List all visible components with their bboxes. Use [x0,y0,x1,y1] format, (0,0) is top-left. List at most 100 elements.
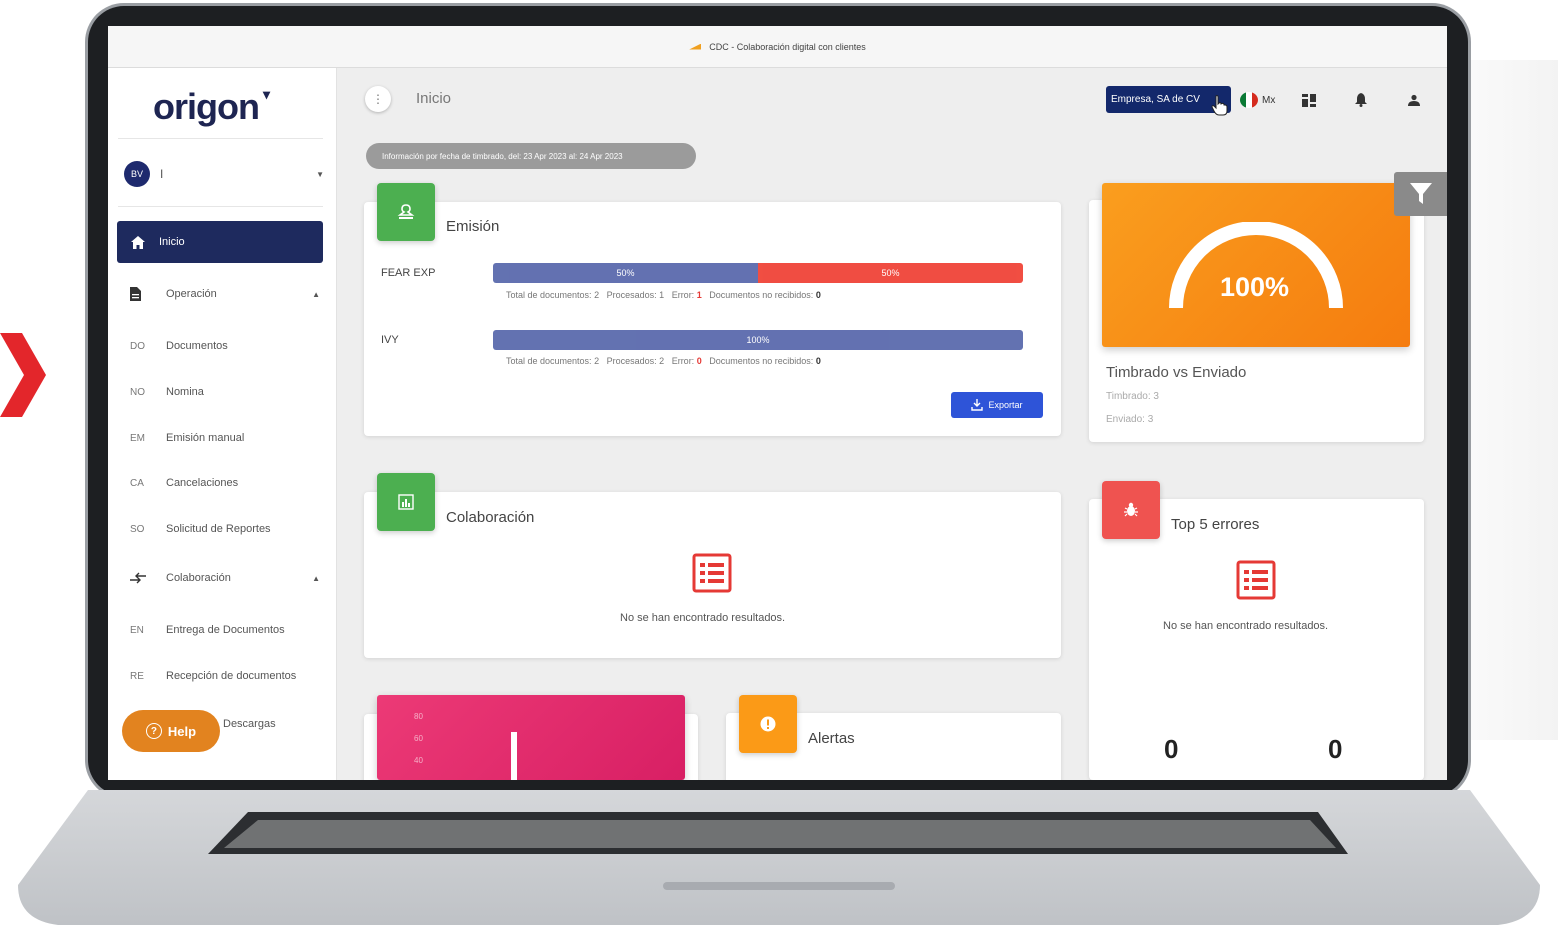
user-account-icon[interactable] [1406,92,1422,108]
emision-title: Emisión [446,218,500,235]
logo-text: origon [153,86,260,127]
logo-mark-icon: ▾ [262,86,270,102]
timbrado-count: Timbrado: 3 [1106,391,1159,402]
sidebar-item-colaboracion[interactable]: Colaboración ▲ [130,566,320,590]
empty-state-text: No se han encontrado resultados. [620,612,786,624]
locale-selector[interactable]: Mx [1240,92,1275,108]
progress-segment-error: 50% [758,263,1023,283]
question-icon: ? [145,723,162,739]
user-name: I [160,167,164,181]
export-label: Exportar [988,400,1023,410]
sidebar-item-documentos[interactable]: DO Documentos [130,334,320,358]
top-bar: ⋮ Inicio Empresa, SA de CV Mx [337,68,1447,128]
home-icon [131,235,145,249]
stamp-icon [397,204,415,219]
locale-label: Mx [1262,94,1276,106]
colaboracion-badge [377,473,435,531]
sidebar-item-inicio[interactable]: Inicio [117,221,323,263]
window-titlebar: CDC - Colaboración digital con clientes [108,26,1447,68]
caret-down-icon: ▼ [316,169,324,179]
filter-icon [1409,183,1432,204]
empty-list-icon [692,553,732,593]
help-button[interactable]: ? Help [122,710,220,752]
chart-icon [398,494,414,510]
sidebar-item-label: Emisión manual [166,432,245,444]
bug-icon [1124,502,1138,517]
kebab-menu-icon[interactable]: ⋮ [365,86,391,112]
sidebar-item-nomina[interactable]: NO Nomina [130,380,320,404]
error-count-right: 0 [1328,734,1343,764]
date-range-info: Información por fecha de timbrado, del: … [366,143,696,169]
laptop-base [18,790,1540,925]
mini-chart-panel [377,695,685,780]
chevron-right-icon [0,333,46,417]
alert-icon [760,716,776,732]
transfer-icon [130,572,146,584]
emision-row-stats: Total de documentos: 2 Procesados: 1 Err… [506,290,821,300]
emision-row-label: FEAR EXP [381,267,436,279]
alertas-badge [739,695,797,753]
error-count-left: 0 [1164,734,1179,764]
nav-abbr: RE [130,670,144,682]
top-errores-badge [1102,481,1160,539]
sidebar-item-emision-manual[interactable]: EM Emisión manual [130,426,320,450]
export-button[interactable]: Exportar [951,392,1043,418]
window-title: CDC - Colaboración digital con clientes [709,41,866,52]
caret-up-icon: ▲ [312,573,320,583]
page-title: Inicio [416,90,452,107]
sidebar-item-label: Cancelaciones [166,477,239,489]
sidebar-item-label: Documentos [166,340,228,352]
notifications-bell-icon[interactable] [1353,92,1369,108]
timbrado-title: Timbrado vs Enviado [1106,364,1247,381]
nav-abbr: DO [130,340,145,352]
document-icon [130,287,141,301]
sidebar-item-label: Operación [166,288,217,300]
top-errores-title: Top 5 errores [1171,516,1260,533]
mini-chart-tick: 60 [414,734,423,743]
sidebar-item-label: Nomina [166,386,204,398]
alertas-title: Alertas [808,730,855,747]
apps-grid-icon[interactable] [1301,92,1317,108]
emision-row-label: IVY [381,334,399,346]
sidebar-item-cancelaciones[interactable]: CA Cancelaciones [130,471,320,495]
caret-up-icon: ▲ [312,289,320,299]
nav-abbr: SO [130,523,145,535]
divider [118,138,323,139]
filter-button[interactable] [1394,172,1447,216]
mini-chart-tick: 40 [414,756,423,765]
download-icon [971,399,984,411]
progress-segment-processed: 50% [493,263,758,283]
empty-state-text: No se han encontrado resultados. [1163,620,1329,632]
user-menu[interactable]: BV I ▼ [124,160,324,188]
nav-abbr: EN [130,624,144,636]
sidebar-item-descargas[interactable]: Descargas [223,718,276,730]
empty-list-icon [1236,560,1276,600]
brand-logo[interactable]: origon ▾ [153,86,270,128]
top-errores-card [1089,499,1424,780]
mini-chart-tick: 80 [414,712,423,721]
sidebar-item-operacion[interactable]: Operación ▲ [130,282,320,306]
emision-row-stats: Total de documentos: 2 Procesados: 2 Err… [506,356,821,366]
nav-abbr: NO [130,386,145,398]
sidebar-item-solicitud-reportes[interactable]: SO Solicitud de Reportes [130,517,320,541]
marketing-stage: CDC - Colaboración digital con clientes … [0,0,1558,933]
sidebar-item-label: Solicitud de Reportes [166,523,271,535]
nav-abbr: EM [130,432,145,444]
avatar: BV [124,161,150,187]
emision-badge [377,183,435,241]
sidebar: origon ▾ BV I ▼ Inicio Operación ▲ DO Docu… [108,68,337,780]
gauge-percent: 100% [1220,272,1290,302]
sidebar-item-label: Colaboración [166,572,231,584]
divider [118,206,323,207]
mini-chart-bar [511,732,517,780]
hand-cursor-icon [1211,95,1228,116]
enviado-count: Enviado: 3 [1106,414,1154,425]
sidebar-item-entrega-documentos[interactable]: EN Entrega de Documentos [130,618,320,642]
sidebar-item-label: Recepción de documentos [166,670,297,682]
help-label: Help [167,723,197,739]
colaboracion-title: Colaboración [446,509,535,526]
progress-segment-processed: 100% [493,330,1023,350]
favicon-icon [689,43,702,50]
sidebar-item-recepcion-documentos[interactable]: RE Recepción de documentos [130,664,320,688]
nav-abbr: CA [130,477,144,489]
